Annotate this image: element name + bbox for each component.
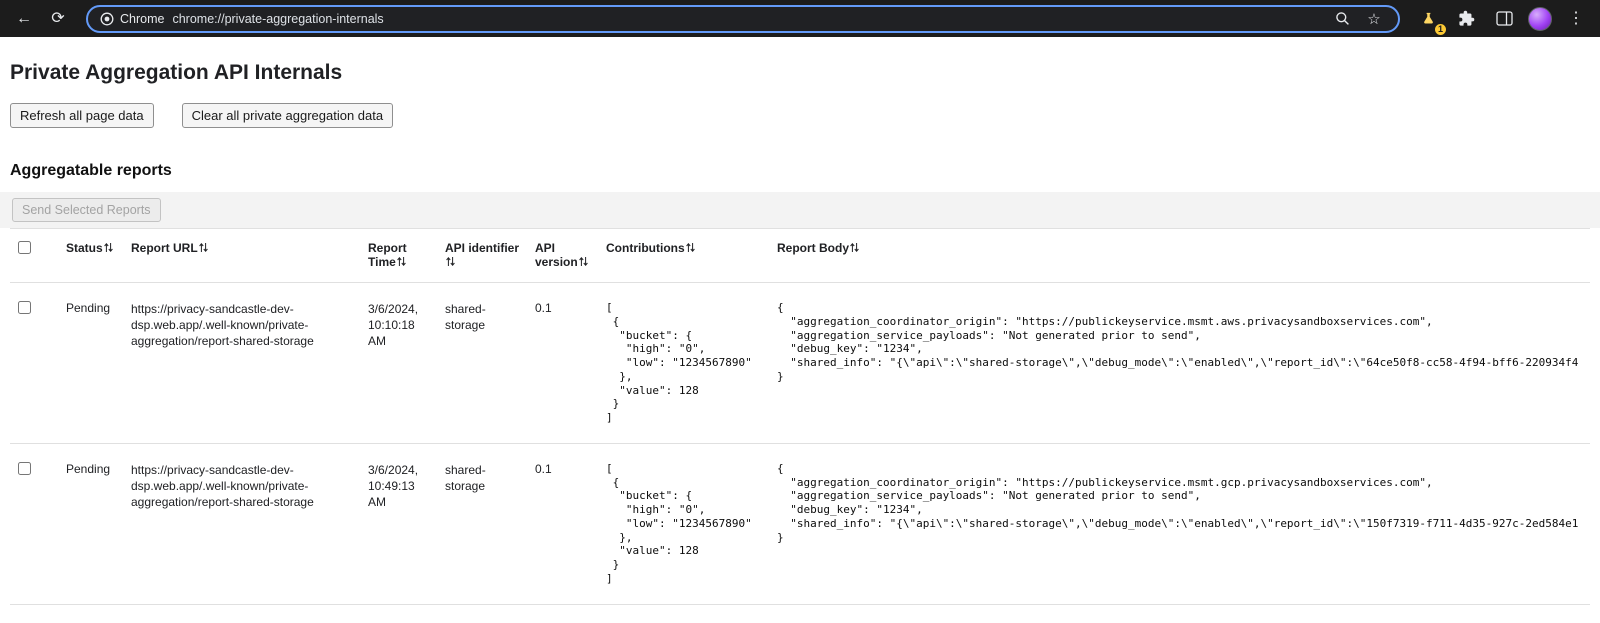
extensions-puzzle-icon xyxy=(1458,10,1475,27)
reload-icon: ⟳ xyxy=(51,5,64,33)
contributions-cell: [ { "bucket": { "high": "0", "low": "123… xyxy=(598,283,769,444)
report-url-cell: https://privacy-sandcastle-dev-dsp.web.a… xyxy=(123,283,360,444)
contributions-cell: [ { "bucket": { "high": "0", "low": "123… xyxy=(598,443,769,604)
sort-icon xyxy=(579,256,588,270)
toolbar-right-icons: 1 ⋮ xyxy=(1414,5,1590,33)
sort-icon xyxy=(397,256,406,270)
api-version-cell: 0.1 xyxy=(527,443,598,604)
side-panel-icon xyxy=(1496,11,1513,26)
header-api-version[interactable]: API version xyxy=(527,229,598,283)
section-title: Aggregatable reports xyxy=(10,162,1590,180)
report-time-cell: 3/6/2024, 10:49:13 AM xyxy=(360,443,437,604)
page-content: Private Aggregation API Internals Refres… xyxy=(0,61,1600,605)
row-checkbox[interactable] xyxy=(18,462,31,475)
report-time-cell: 3/6/2024, 10:10:18 AM xyxy=(360,283,437,444)
table-row: Pending https://privacy-sandcastle-dev-d… xyxy=(10,443,1590,604)
row-checkbox[interactable] xyxy=(18,301,31,314)
kebab-menu-icon: ⋮ xyxy=(1568,5,1584,33)
send-reports-bar: Send Selected Reports xyxy=(0,192,1600,228)
back-button[interactable]: ← xyxy=(10,5,38,33)
header-status[interactable]: Status xyxy=(58,229,123,283)
side-panel-button[interactable] xyxy=(1490,5,1518,33)
sort-icon xyxy=(850,242,859,256)
header-report-body[interactable]: Report Body xyxy=(769,229,1590,283)
menu-button[interactable]: ⋮ xyxy=(1562,5,1590,33)
send-selected-reports-button[interactable]: Send Selected Reports xyxy=(12,198,161,222)
experiments-icon xyxy=(1421,11,1436,26)
api-identifier-cell: shared-storage xyxy=(437,283,527,444)
clear-data-button[interactable]: Clear all private aggregation data xyxy=(182,103,394,128)
sort-icon xyxy=(104,242,113,256)
back-icon: ← xyxy=(16,5,32,33)
sort-icon xyxy=(446,256,455,270)
refresh-all-button[interactable]: Refresh all page data xyxy=(10,103,154,128)
header-report-url[interactable]: Report URL xyxy=(123,229,360,283)
experiments-button[interactable]: 1 xyxy=(1414,5,1442,33)
header-select-all xyxy=(10,229,58,283)
header-contributions[interactable]: Contributions xyxy=(598,229,769,283)
api-identifier-cell: shared-storage xyxy=(437,443,527,604)
row-select-cell xyxy=(10,443,58,604)
status-cell: Pending xyxy=(58,443,123,604)
reports-table: Status Report URL Report Time API identi… xyxy=(10,228,1590,605)
sort-icon xyxy=(686,242,695,256)
chrome-logo-icon xyxy=(100,12,114,26)
experiments-badge: 1 xyxy=(1434,23,1447,36)
row-select-cell xyxy=(10,283,58,444)
reload-button[interactable]: ⟳ xyxy=(44,5,72,33)
status-cell: Pending xyxy=(58,283,123,444)
api-version-cell: 0.1 xyxy=(527,283,598,444)
select-all-checkbox[interactable] xyxy=(18,241,31,254)
header-api-identifier[interactable]: API identifier xyxy=(437,229,527,283)
site-chip-label: Chrome xyxy=(120,12,164,26)
bookmark-star-icon[interactable]: ☆ xyxy=(1362,7,1386,31)
page-actions: Refresh all page data Clear all private … xyxy=(10,103,1590,128)
search-icon[interactable] xyxy=(1330,7,1354,31)
browser-toolbar: ← ⟳ Chrome chrome://private-aggregation-… xyxy=(0,0,1600,37)
address-bar[interactable]: Chrome chrome://private-aggregation-inte… xyxy=(86,5,1400,33)
report-url-cell: https://privacy-sandcastle-dev-dsp.web.a… xyxy=(123,443,360,604)
table-row: Pending https://privacy-sandcastle-dev-d… xyxy=(10,283,1590,444)
page-title: Private Aggregation API Internals xyxy=(10,61,1590,85)
table-header-row: Status Report URL Report Time API identi… xyxy=(10,229,1590,283)
report-body-cell: { "aggregation_coordinator_origin": "htt… xyxy=(769,443,1590,604)
profile-avatar[interactable] xyxy=(1528,7,1552,31)
extensions-button[interactable] xyxy=(1452,5,1480,33)
report-body-cell: { "aggregation_coordinator_origin": "htt… xyxy=(769,283,1590,444)
site-chip: Chrome xyxy=(100,12,164,26)
header-report-time[interactable]: Report Time xyxy=(360,229,437,283)
url-text: chrome://private-aggregation-internals xyxy=(172,12,383,26)
sort-icon xyxy=(199,242,208,256)
